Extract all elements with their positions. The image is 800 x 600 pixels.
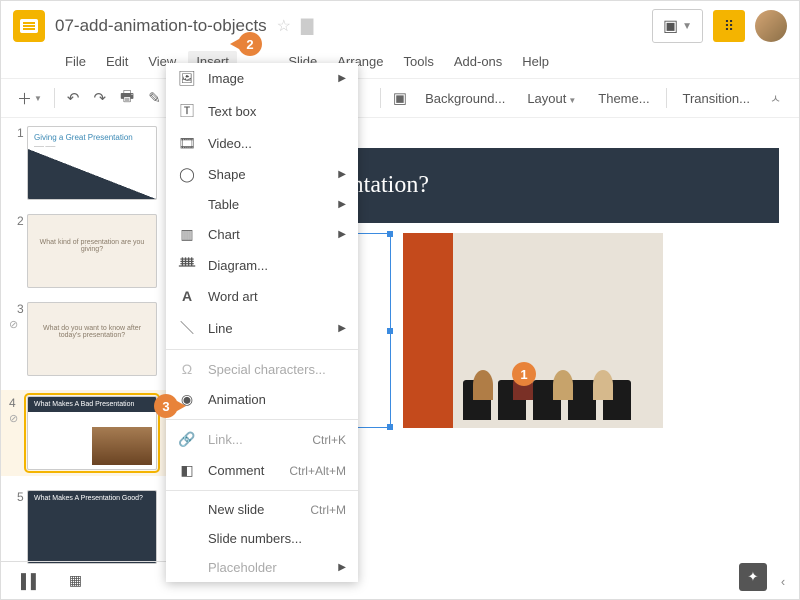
menu-special-characters: ΩSpecial characters... — [166, 354, 358, 384]
callout-3: 3 — [154, 394, 178, 418]
slide-number: 1 — [17, 126, 24, 140]
scroll-left-icon[interactable]: ‹ — [773, 571, 793, 591]
menu-diagram[interactable]: ᚙDiagram... — [166, 250, 358, 281]
menu-placeholder: Placeholder▶ — [166, 553, 358, 582]
slide-number: 5 — [17, 490, 24, 504]
play-icon: ▣ — [663, 16, 678, 36]
menu-chart[interactable]: ▥Chart▶ — [166, 219, 358, 250]
textbox-icon: 🅃 — [178, 101, 196, 121]
slide-thumb-5[interactable]: What Makes A Presentation Good? — [27, 490, 157, 564]
chevron-right-icon: ▶ — [338, 562, 346, 573]
chevron-down-icon[interactable]: ▼ — [682, 21, 692, 32]
shape-icon: ◯ — [178, 166, 196, 183]
menu-image[interactable]: 🖼Image▶ — [166, 63, 358, 94]
link-icon: 🔗 — [178, 431, 196, 448]
view-switcher: ▌▌ ▦ — [1, 561, 171, 599]
menu-help[interactable]: Help — [514, 51, 557, 72]
print-button[interactable]: 🖶 — [114, 82, 140, 115]
chevron-right-icon: ▶ — [338, 169, 346, 180]
menubar: File Edit View Insert For Slide Arrange … — [1, 51, 799, 78]
menu-addons[interactable]: Add-ons — [446, 51, 510, 72]
comment-icon: ◧ — [178, 462, 196, 479]
menu-textbox[interactable]: 🅃Text box — [166, 94, 358, 128]
omega-icon: Ω — [178, 361, 196, 377]
chevron-right-icon: ▶ — [338, 229, 346, 240]
redo-button[interactable]: ↷ — [87, 85, 112, 111]
background-button[interactable]: Background... — [415, 91, 515, 106]
collapse-toolbar-icon[interactable]: ㅅ — [762, 86, 789, 111]
menu-wordart[interactable]: AWord art — [166, 281, 358, 311]
menu-comment[interactable]: ◧CommentCtrl+Alt+M — [166, 455, 358, 486]
slide-image[interactable] — [403, 233, 663, 428]
doc-title[interactable]: 07-add-animation-to-objects — [55, 16, 267, 36]
avatar[interactable] — [755, 10, 787, 42]
menu-new-slide[interactable]: New slideCtrl+M — [166, 495, 358, 524]
filmstrip-view-icon[interactable]: ▌▌ — [21, 573, 41, 589]
explore-button[interactable]: ✦ — [739, 563, 767, 591]
menu-video[interactable]: 🎞Video... — [166, 128, 358, 159]
menu-edit[interactable]: Edit — [98, 51, 136, 72]
callout-2: 2 — [238, 32, 262, 56]
menu-shape[interactable]: ◯Shape▶ — [166, 159, 358, 190]
slide-thumb-1[interactable]: Giving a Great Presentation —— —— — [27, 126, 157, 200]
slide-thumb-3[interactable]: What do you want to know after today's p… — [27, 302, 157, 376]
callout-1: 1 — [512, 362, 536, 386]
chevron-right-icon: ▶ — [338, 323, 346, 334]
slide-panel: 1 Giving a Great Presentation —— —— 2 Wh… — [1, 118, 171, 588]
clip-icon: ⊘ — [9, 412, 18, 425]
menu-animation[interactable]: ◉Animation — [166, 384, 358, 415]
video-icon: 🎞 — [178, 135, 196, 152]
slides-logo[interactable] — [13, 10, 45, 42]
insert-menu: 🖼Image▶ 🅃Text box 🎞Video... ◯Shape▶ Tabl… — [166, 63, 358, 582]
menu-table[interactable]: Table▶ — [166, 190, 358, 219]
slide-number: 2 — [17, 214, 24, 228]
wordart-icon: A — [178, 288, 196, 304]
slide-number: 3 — [17, 302, 24, 316]
menu-tools[interactable]: Tools — [396, 51, 442, 72]
toolbar: ＋▼ ↶ ↷ 🖶 ✎ ▣ Background... Layout▼ Theme… — [1, 78, 799, 118]
chevron-right-icon: ▶ — [338, 199, 346, 210]
line-icon: ＼ — [178, 318, 196, 338]
grid-view-icon[interactable]: ▦ — [69, 572, 82, 589]
new-slide-button[interactable]: ＋▼ — [11, 84, 48, 113]
chart-icon: ▥ — [178, 226, 196, 243]
clip-icon: ⊘ — [9, 318, 18, 331]
chevron-right-icon: ▶ — [338, 73, 346, 84]
star-icon[interactable]: ☆ — [277, 16, 291, 36]
folder-icon[interactable]: ▇ — [301, 16, 313, 36]
menu-slide-numbers[interactable]: Slide numbers... — [166, 524, 358, 553]
image-icon: 🖼 — [178, 70, 196, 87]
undo-button[interactable]: ↶ — [61, 85, 86, 111]
present-button[interactable]: ▣ ▼ — [652, 9, 703, 43]
menu-file[interactable]: File — [57, 51, 94, 72]
slide-thumb-4[interactable]: What Makes A Bad Presentation — [27, 396, 157, 470]
slide-thumb-2[interactable]: What kind of presentation are you giving… — [27, 214, 157, 288]
slide-number: 4 — [9, 396, 16, 410]
diagram-icon: ᚙ — [178, 257, 196, 274]
menu-line[interactable]: ＼Line▶ — [166, 311, 358, 345]
add-slide-icon[interactable]: ▣ — [387, 85, 413, 111]
transition-button[interactable]: Transition... — [673, 91, 760, 106]
menu-link: 🔗Link...Ctrl+K — [166, 424, 358, 455]
paint-button[interactable]: ✎ — [142, 85, 167, 111]
theme-button[interactable]: Theme... — [588, 91, 659, 106]
share-button[interactable]: ⠿ — [713, 10, 745, 42]
layout-button[interactable]: Layout▼ — [517, 91, 586, 106]
